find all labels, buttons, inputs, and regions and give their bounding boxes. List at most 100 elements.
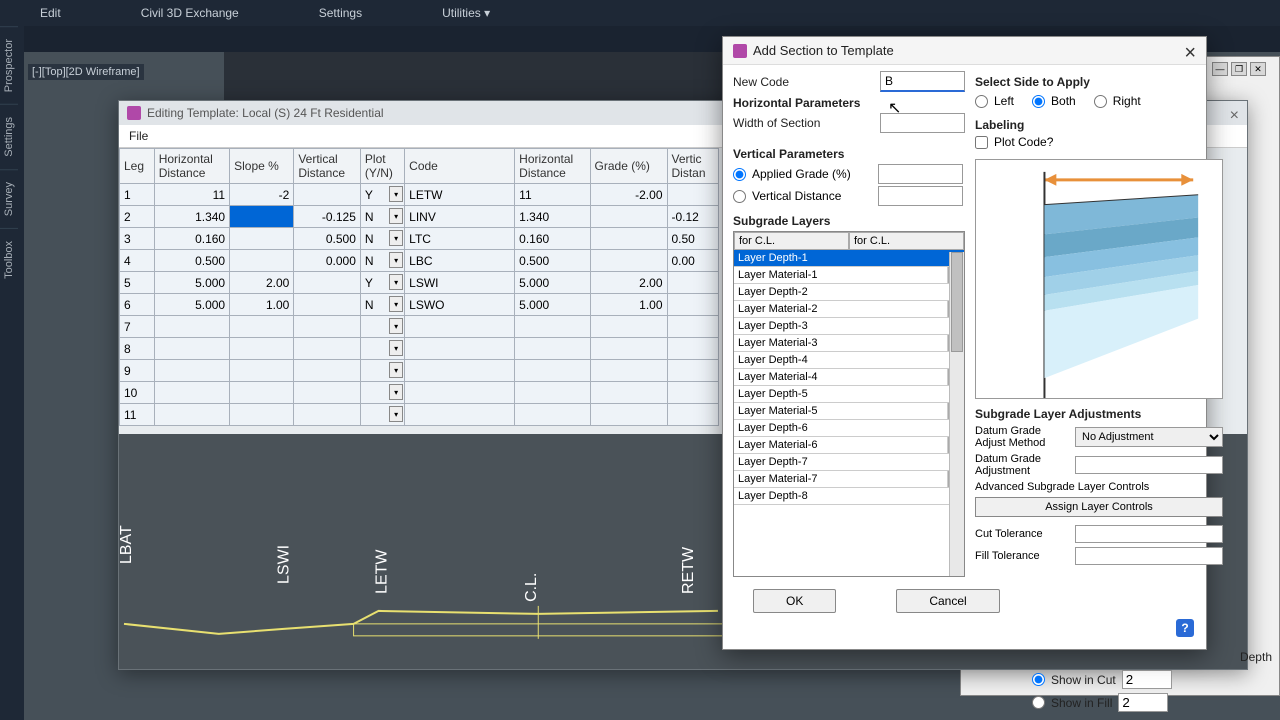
show-in-fill-radio[interactable]	[1032, 696, 1045, 709]
table-cell[interactable]: 0.00	[667, 250, 719, 272]
table-cell[interactable]	[230, 250, 294, 272]
col-hdist2[interactable]: HorizontalDistance	[515, 149, 590, 184]
table-cell[interactable]: LSWI	[405, 272, 515, 294]
table-cell[interactable]: 1.00	[590, 294, 667, 316]
menu-settings[interactable]: Settings	[279, 6, 402, 20]
table-cell[interactable]: 1.00	[230, 294, 294, 316]
dialog-close-icon[interactable]: ×	[1184, 43, 1196, 63]
menu-utilities[interactable]: Utilities ▾	[402, 6, 530, 20]
table-cell[interactable]	[667, 272, 719, 294]
table-cell[interactable]: 0.160	[154, 228, 229, 250]
table-cell[interactable]: 1	[120, 184, 155, 206]
ok-button[interactable]: OK	[753, 589, 836, 613]
table-row[interactable]: 10▾	[120, 382, 719, 404]
table-cell[interactable]: 2.00	[590, 272, 667, 294]
table-cell[interactable]	[294, 272, 361, 294]
table-cell[interactable]	[294, 316, 361, 338]
table-cell[interactable]: 1.340	[515, 206, 590, 228]
table-cell[interactable]: 6	[120, 294, 155, 316]
plot-dropdown-icon[interactable]: ▾	[389, 186, 403, 202]
table-cell[interactable]: LINV	[405, 206, 515, 228]
table-cell[interactable]: Y▾	[360, 184, 404, 206]
table-cell[interactable]	[294, 404, 361, 426]
table-cell[interactable]: 3	[120, 228, 155, 250]
datum-method-select[interactable]: No Adjustment	[1075, 427, 1223, 447]
table-cell[interactable]: ▾	[360, 316, 404, 338]
editor-close-icon[interactable]: ×	[1230, 107, 1239, 125]
layer-row[interactable]: Layer Material-6▾	[734, 437, 964, 454]
width-input[interactable]	[880, 113, 965, 133]
table-cell[interactable]: Y▾	[360, 272, 404, 294]
table-cell[interactable]: N▾	[360, 206, 404, 228]
table-cell[interactable]: 5	[120, 272, 155, 294]
table-row[interactable]: 21.340-0.125N▾LINV1.340-0.12	[120, 206, 719, 228]
sidebar-prospector[interactable]: Prospector	[0, 26, 18, 104]
table-cell[interactable]: N▾	[360, 228, 404, 250]
table-cell[interactable]: 11	[515, 184, 590, 206]
plot-dropdown-icon[interactable]: ▾	[389, 406, 403, 422]
table-cell[interactable]: ▾	[360, 360, 404, 382]
table-cell[interactable]: 0.160	[515, 228, 590, 250]
applied-grade-radio[interactable]	[733, 168, 746, 181]
table-cell[interactable]	[230, 382, 294, 404]
plot-dropdown-icon[interactable]: ▾	[389, 384, 403, 400]
table-cell[interactable]: 9	[120, 360, 155, 382]
col-slope[interactable]: Slope %	[230, 149, 294, 184]
col-leg[interactable]: Leg	[120, 149, 155, 184]
layer-row[interactable]: Layer Depth-3	[734, 318, 964, 335]
table-cell[interactable]: N▾	[360, 294, 404, 316]
table-cell[interactable]: 0.500	[294, 228, 361, 250]
side-right-radio[interactable]	[1094, 95, 1107, 108]
table-cell[interactable]	[590, 338, 667, 360]
table-row[interactable]: 111-2Y▾LETW11-2.00	[120, 184, 719, 206]
layers-scrollbar[interactable]	[949, 252, 964, 576]
col-vdist[interactable]: VerticalDistance	[294, 149, 361, 184]
table-cell[interactable]: -2.00	[590, 184, 667, 206]
table-cell[interactable]: LBC	[405, 250, 515, 272]
layer-row[interactable]: Layer Material-2▾	[734, 301, 964, 318]
table-row[interactable]: 9▾	[120, 360, 719, 382]
col-vdist2[interactable]: VerticDistan	[667, 149, 719, 184]
table-cell[interactable]: LTC	[405, 228, 515, 250]
table-cell[interactable]: 5.000	[154, 272, 229, 294]
table-cell[interactable]	[230, 228, 294, 250]
table-cell[interactable]	[154, 404, 229, 426]
table-cell[interactable]	[294, 360, 361, 382]
table-cell[interactable]	[154, 316, 229, 338]
table-row[interactable]: 55.0002.00Y▾LSWI5.0002.00	[120, 272, 719, 294]
vertical-distance-radio[interactable]	[733, 190, 746, 203]
help-icon[interactable]: ?	[1176, 619, 1194, 637]
table-row[interactable]: 30.1600.500N▾LTC0.1600.50	[120, 228, 719, 250]
cut-value-input[interactable]	[1122, 670, 1172, 689]
menu-exchange[interactable]: Civil 3D Exchange	[101, 6, 279, 20]
table-row[interactable]: 40.5000.000N▾LBC0.5000.00	[120, 250, 719, 272]
table-cell[interactable]: 1.340	[154, 206, 229, 228]
layer-row[interactable]: Layer Depth-5	[734, 386, 964, 403]
table-row[interactable]: 65.0001.00N▾LSWO5.0001.00	[120, 294, 719, 316]
table-cell[interactable]: N▾	[360, 250, 404, 272]
table-cell[interactable]	[154, 382, 229, 404]
table-cell[interactable]	[590, 404, 667, 426]
show-in-cut-radio[interactable]	[1032, 673, 1045, 686]
table-cell[interactable]	[667, 360, 719, 382]
table-cell[interactable]	[405, 360, 515, 382]
table-cell[interactable]: -2	[230, 184, 294, 206]
table-cell[interactable]: 0.50	[667, 228, 719, 250]
layer-row[interactable]: Layer Material-3▾	[734, 335, 964, 352]
table-cell[interactable]: 5.000	[515, 294, 590, 316]
table-cell[interactable]	[667, 294, 719, 316]
fill-tol-input[interactable]	[1075, 547, 1223, 565]
table-cell[interactable]	[667, 184, 719, 206]
table-cell[interactable]	[515, 338, 590, 360]
table-cell[interactable]	[154, 360, 229, 382]
sidebar-toolbox[interactable]: Toolbox	[0, 228, 18, 291]
sidebar-settings[interactable]: Settings	[0, 104, 18, 169]
table-cell[interactable]	[294, 184, 361, 206]
table-cell[interactable]	[230, 360, 294, 382]
plot-dropdown-icon[interactable]: ▾	[389, 340, 403, 356]
applied-grade-input[interactable]	[878, 164, 963, 184]
col-plot[interactable]: Plot(Y/N)	[360, 149, 404, 184]
plot-dropdown-icon[interactable]: ▾	[389, 208, 403, 224]
plot-dropdown-icon[interactable]: ▾	[389, 296, 403, 312]
close-button[interactable]: ✕	[1250, 62, 1266, 76]
